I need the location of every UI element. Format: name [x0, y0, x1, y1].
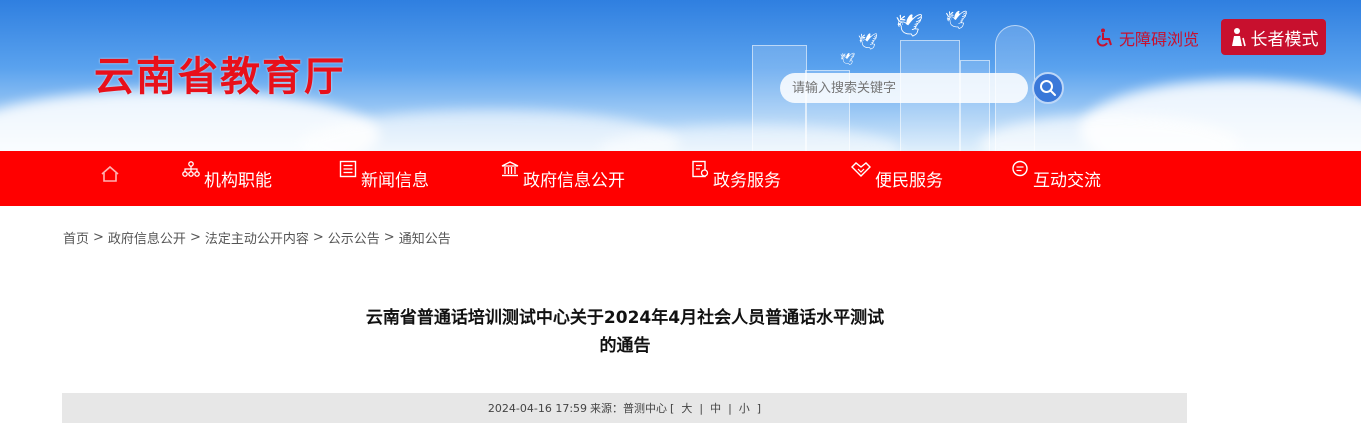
- site-title[interactable]: 云南省教育厅: [94, 44, 346, 102]
- breadcrumb: 首页 > 政府信息公开 > 法定主动公开内容 > 公示公告 > 通知公告: [63, 228, 451, 247]
- chat-icon: [1011, 160, 1029, 183]
- nav-label: 政府信息公开: [523, 171, 625, 191]
- article-source: 来源：普测中心: [590, 402, 668, 415]
- accessibility-label: 无障碍浏览: [1119, 30, 1200, 49]
- bird-icon: 🕊: [840, 52, 856, 66]
- article-title-line: 的通告: [599, 336, 651, 356]
- nav-item-org-functions[interactable]: 机构职能: [182, 151, 272, 206]
- article-title-line: 云南省普通话培训测试中心关于2024年4月社会人员普通话水平测试: [365, 308, 885, 328]
- breadcrumb-notices[interactable]: 通知公告: [399, 228, 451, 247]
- nav-item-interaction[interactable]: 互动交流: [1011, 151, 1101, 206]
- breadcrumb-separator: >: [189, 230, 201, 245]
- publish-datetime: 2024-04-16 17:59: [487, 401, 588, 415]
- divider: |: [699, 401, 704, 415]
- elder-mode-label: 长者模式: [1250, 29, 1319, 50]
- search-button[interactable]: [1032, 72, 1064, 104]
- breadcrumb-separator: >: [93, 230, 104, 245]
- bird-icon: 🕊: [895, 14, 923, 39]
- breadcrumb-separator: >: [312, 230, 324, 245]
- nav-label: 互动交流: [1033, 171, 1101, 191]
- bird-icon: 🕊: [945, 10, 968, 31]
- accessibility-link[interactable]: 无障碍浏览: [1094, 25, 1199, 51]
- font-size-small-button[interactable]: 小: [735, 400, 754, 416]
- nav-home[interactable]: [100, 165, 120, 187]
- elder-mode-button[interactable]: 长者模式: [1221, 19, 1326, 55]
- nav-item-news[interactable]: 新闻信息: [339, 151, 429, 206]
- newspaper-icon: [339, 160, 357, 183]
- article-title: 云南省普通话培训测试中心关于2024年4月社会人员普通话水平测试 的通告: [300, 304, 950, 360]
- search-input[interactable]: [780, 73, 1028, 103]
- nav-label: 政务服务: [713, 171, 781, 191]
- bird-icon: 🕊: [858, 32, 879, 51]
- elder-person-icon: [1231, 28, 1246, 47]
- nav-label: 机构职能: [204, 171, 272, 191]
- home-icon: [101, 165, 119, 182]
- service-form-icon: [691, 160, 709, 183]
- wheelchair-icon: [1096, 28, 1112, 47]
- nav-item-public-services[interactable]: 便民服务: [851, 151, 943, 206]
- font-size-large-button[interactable]: 大: [677, 400, 696, 416]
- breadcrumb-separator: >: [383, 230, 395, 245]
- handshake-icon: [851, 161, 871, 182]
- nav-item-gov-info[interactable]: 政府信息公开: [501, 151, 625, 206]
- nav-label: 便民服务: [875, 171, 943, 191]
- font-size-medium-button[interactable]: 中: [706, 400, 725, 416]
- article-meta-bar: 2024-04-16 17:59 来源：普测中心 [ 大 | 中 | 小 ]: [62, 393, 1187, 423]
- search-icon: [1040, 80, 1056, 96]
- bracket: [: [670, 401, 675, 415]
- breadcrumb-home[interactable]: 首页: [63, 228, 89, 247]
- org-chart-icon: [182, 161, 200, 182]
- nav-label: 新闻信息: [361, 171, 429, 191]
- breadcrumb-gov-info[interactable]: 政府信息公开: [108, 228, 186, 247]
- bracket: ]: [756, 401, 762, 415]
- header-banner: 🕊 🕊 🕊 🕊 云南省教育厅 无障碍浏览 长者模式: [0, 0, 1361, 151]
- breadcrumb-announcements[interactable]: 公示公告: [328, 228, 380, 247]
- government-building-icon: [501, 161, 519, 182]
- breadcrumb-statutory-disclosure[interactable]: 法定主动公开内容: [205, 228, 309, 247]
- nav-item-gov-services[interactable]: 政务服务: [691, 151, 781, 206]
- divider: |: [728, 401, 732, 415]
